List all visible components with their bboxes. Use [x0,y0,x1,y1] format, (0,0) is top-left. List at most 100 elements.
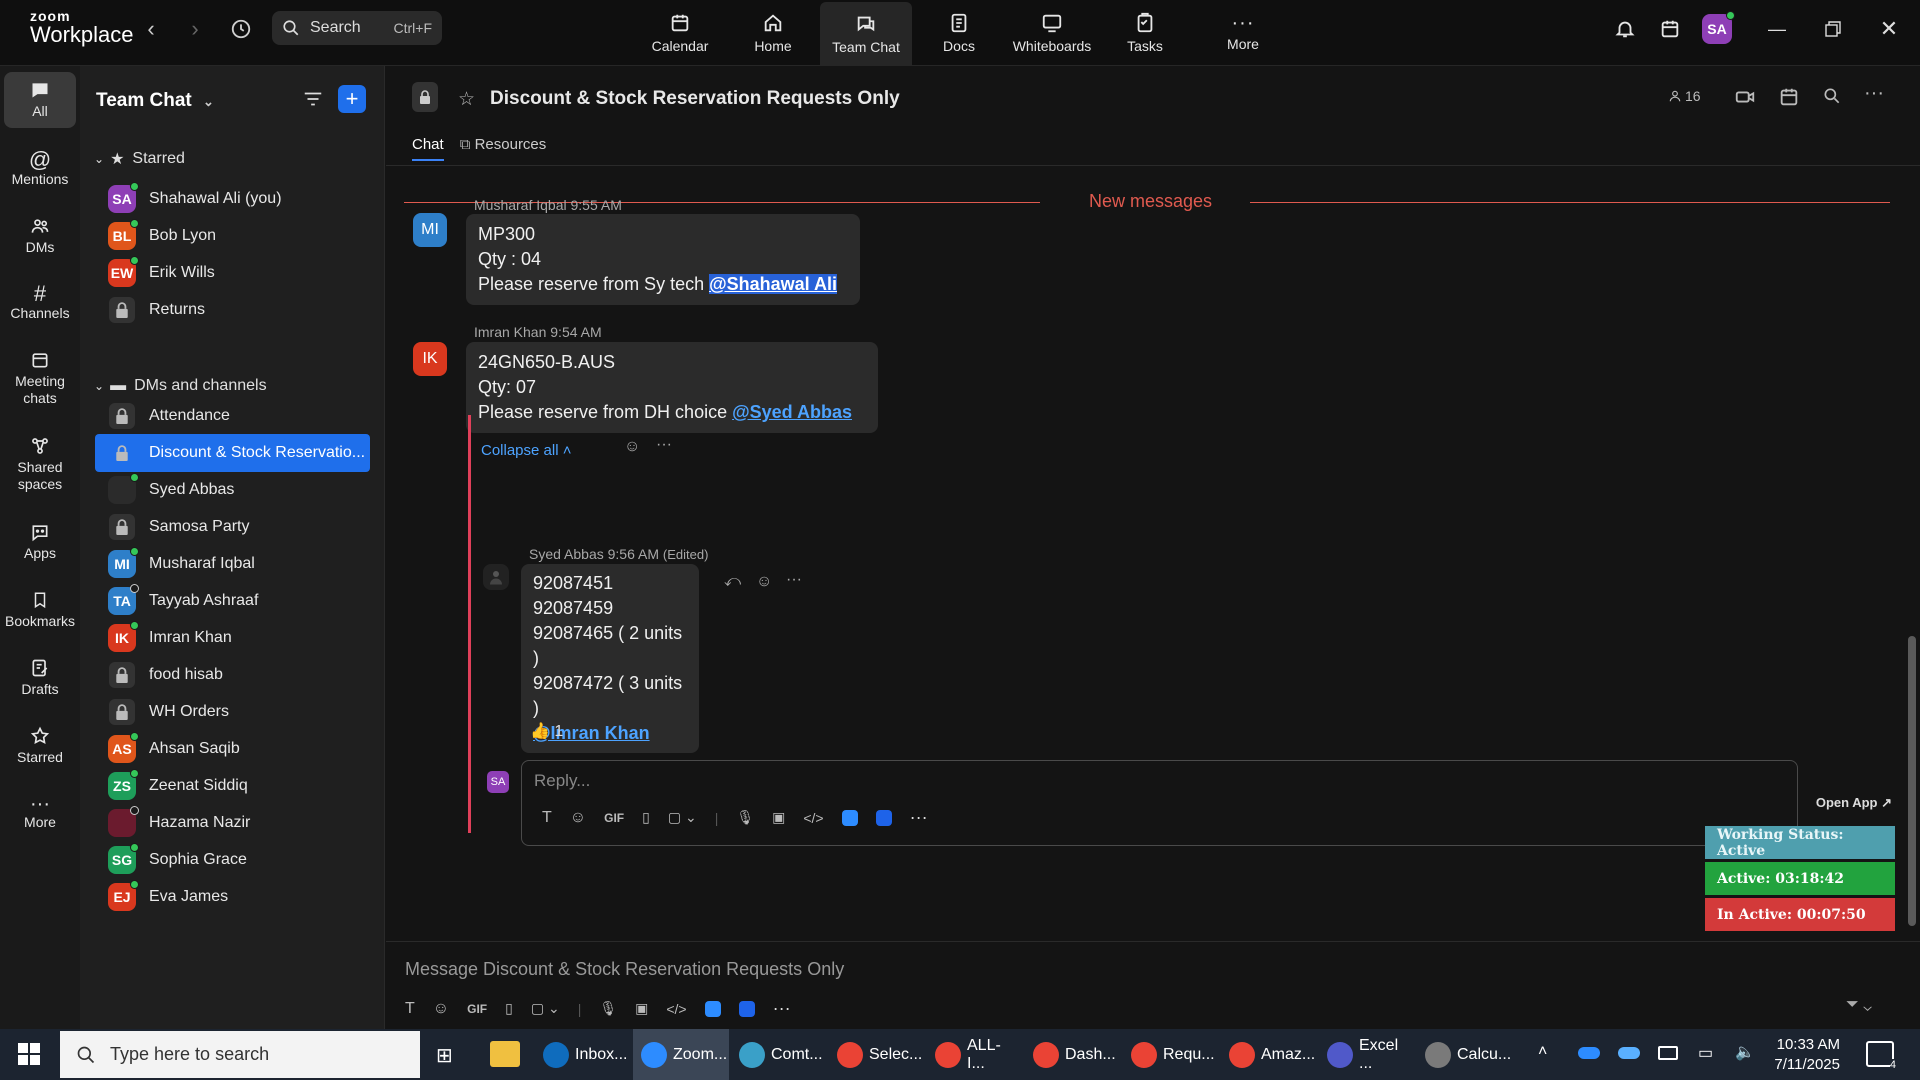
sender-name[interactable]: Musharaf Iqbal [474,197,567,213]
taskbar-app-amaz[interactable]: Amaz... [1221,1029,1317,1080]
sidebar-item-sophia-grace[interactable]: SG Sophia Grace [95,841,370,879]
emoji-icon[interactable]: ☺ [433,1000,449,1018]
sender-name[interactable]: Syed Abbas [529,546,604,562]
file-icon[interactable]: ▯ [642,809,650,826]
mention-link[interactable]: @Shahawal Ali [709,274,838,294]
task-view-icon[interactable]: ⊞ [436,1043,453,1068]
onedrive-icon[interactable] [1578,1047,1600,1059]
sidebar-item-shahawal-ali-you[interactable]: SA Shahawal Ali (you) [95,180,370,218]
taskbar-app-calcu[interactable]: Calcu... [1417,1029,1513,1080]
starred-section-header[interactable]: ⌄ ★ Starred [94,146,185,172]
sidebar-title[interactable]: Team Chat ⌄ [96,90,214,112]
avatar-imran[interactable]: IK [413,342,447,376]
thread-more-icon[interactable]: ··· [656,436,672,454]
onedrive-personal-icon[interactable] [1618,1047,1640,1059]
microphone-icon[interactable]: 🎙 [599,1000,617,1017]
tab-resources[interactable]: ⧉ Resources [460,136,547,161]
avatar-syed[interactable] [483,564,509,590]
nav-team-chat[interactable]: Team Chat [820,2,912,66]
search-box[interactable]: Search Ctrl+F [272,11,442,45]
text-format-icon[interactable]: T [405,1000,415,1018]
nav-whiteboards[interactable]: Whiteboards [1006,0,1098,66]
windows-start-icon[interactable] [18,1043,40,1070]
sidebar-item-zeenat-siddiq[interactable]: ZS Zeenat Siddiq [95,767,370,805]
network-icon[interactable]: ▭ [1698,1043,1713,1063]
sidebar-item-imran-khan[interactable]: IK Imran Khan [95,619,370,657]
app-icon-2[interactable] [738,1000,755,1017]
rail-starred[interactable]: Starred [4,726,76,766]
minimize-icon[interactable]: — [1762,14,1792,44]
mention-link[interactable]: @Syed Abbas [732,402,852,422]
sidebar-item-erik-wills[interactable]: EW Erik Wills [95,254,370,292]
sidebar-item-discount-stock-reservatio[interactable]: Discount & Stock Reservatio... [95,434,370,472]
star-channel-icon[interactable]: ☆ [458,88,475,111]
notification-center-icon[interactable]: 4 [1866,1041,1896,1071]
filter-icon[interactable] [302,88,324,115]
volume-icon[interactable]: 🔈 [1735,1042,1755,1062]
screenshot-icon[interactable]: ▢ ⌄ [531,1000,560,1017]
rail-all[interactable]: All [4,72,76,128]
more-options-icon[interactable]: ··· [910,807,928,828]
calendar-icon[interactable] [1778,86,1800,113]
sidebar-item-samosa-party[interactable]: Samosa Party [95,508,370,546]
dms-section-header[interactable]: ⌄ ▬ DMs and channels [94,373,267,399]
nav-calendar[interactable]: Calendar [634,0,726,66]
taskbar-clock[interactable]: 10:33 AM 7/11/2025 [1774,1035,1840,1075]
app-icon-2[interactable] [875,809,892,826]
sidebar-item-food-hisab[interactable]: food hisab [95,656,370,694]
gif-icon[interactable]: GIF [467,1002,487,1016]
rail-meeting-chats[interactable]: Meeting chats [4,350,76,407]
sidebar-item-returns[interactable]: Returns [95,291,370,329]
taskbar-search[interactable]: Type here to search [60,1031,420,1078]
taskbar-app-inbox[interactable]: Inbox... [535,1029,631,1080]
show-hidden-icons[interactable]: ˄ [1538,1043,1547,1061]
microphone-icon[interactable]: 🎙 [736,809,754,826]
code-icon[interactable]: </> [803,810,823,826]
reply-box[interactable]: Reply... T ☺ GIF ▯ ▢ ⌄ | 🎙 ▣ </> ··· [521,760,1798,846]
add-reaction-icon[interactable]: ☺ [756,573,772,591]
text-format-icon[interactable]: T [542,809,552,827]
notifications-bell-icon[interactable] [1610,14,1640,44]
file-explorer-icon[interactable] [490,1041,520,1067]
video-message-icon[interactable]: ▣ [772,809,785,826]
reply-input[interactable]: Reply... [534,771,590,791]
back-arrow-icon[interactable]: ‹ [136,14,166,44]
rail-mentions[interactable]: @ Mentions [4,149,76,188]
battery-icon[interactable] [1658,1046,1678,1060]
taskbar-app-excel[interactable]: Excel ... [1319,1029,1415,1080]
nav-home[interactable]: Home [727,0,819,66]
reply-in-thread-icon[interactable]: ⤺ [724,573,741,591]
more-options-icon[interactable]: ··· [1864,82,1884,105]
user-avatar[interactable]: SA [1702,11,1735,44]
video-message-icon[interactable]: ▣ [635,1000,648,1017]
reaction-chip[interactable]: 👍 1 [530,721,563,741]
close-icon[interactable]: ✕ [1874,14,1904,44]
rail-bookmarks[interactable]: Bookmarks [4,590,76,630]
nav-tasks[interactable]: Tasks [1099,0,1191,66]
send-options-icon[interactable]: ⏷ ⌄ [1846,996,1872,1014]
nav-docs[interactable]: Docs [913,0,1005,66]
sidebar-item-ahsan-saqib[interactable]: AS Ahsan Saqib [95,730,370,768]
taskbar-app-all-i[interactable]: ALL-I... [927,1029,1023,1080]
more-options-icon[interactable]: ··· [773,998,791,1019]
sidebar-item-wh-orders[interactable]: WH Orders [95,693,370,731]
forward-arrow-icon[interactable]: › [180,14,210,44]
sidebar-item-hazama-nazir[interactable]: Hazama Nazir [95,804,370,842]
sidebar-item-bob-lyon[interactable]: BL Bob Lyon [95,217,370,255]
sidebar-item-syed-abbas[interactable]: Syed Abbas [95,471,370,509]
sidebar-item-attendance[interactable]: Attendance [95,397,370,435]
gif-icon[interactable]: GIF [604,811,624,825]
open-app-link[interactable]: Open App ↗ [1816,795,1892,811]
rail-drafts[interactable]: Drafts [4,658,76,698]
emoji-icon[interactable]: ☺ [570,809,586,827]
video-icon[interactable] [1734,86,1756,113]
message-more-icon[interactable]: ··· [786,571,802,589]
rail-more[interactable]: ··· More [4,794,76,831]
members-button[interactable]: 16 [1668,88,1701,104]
scrollbar[interactable] [1908,636,1916,926]
rail-apps[interactable]: Apps [4,522,76,562]
taskbar-app-zoom[interactable]: Zoom... [633,1029,729,1080]
taskbar-app-comt[interactable]: Comt... [731,1029,827,1080]
sidebar-item-eva-james[interactable]: EJ Eva James [95,878,370,916]
collapse-all-button[interactable]: Collapse all ˄ [481,442,571,459]
